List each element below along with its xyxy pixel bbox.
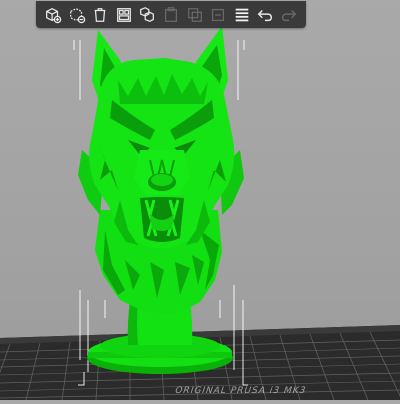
arrange-icon xyxy=(116,7,131,22)
undo-icon xyxy=(258,9,273,21)
paste-icon xyxy=(164,6,177,22)
instance-plus-icon xyxy=(187,7,202,22)
cube-plus-icon xyxy=(46,7,62,23)
copy-icon xyxy=(140,6,155,22)
undo-button[interactable] xyxy=(254,4,276,26)
top-toolbar xyxy=(36,1,306,28)
trash-icon xyxy=(94,7,106,22)
layers-button[interactable] xyxy=(231,4,253,26)
bed-label: ORIGINAL PRUSA i3 MK3 xyxy=(173,386,308,396)
scene-canvas[interactable] xyxy=(0,0,400,401)
wolf-bust-model[interactable] xyxy=(78,26,244,374)
cube-dotted-delete-icon xyxy=(69,7,85,23)
redo-icon xyxy=(281,9,297,21)
redo-button[interactable] xyxy=(278,4,300,26)
add-instance-button[interactable] xyxy=(184,4,206,26)
paste-button[interactable] xyxy=(160,4,182,26)
copy-button[interactable] xyxy=(136,4,158,26)
delete-all-button[interactable] xyxy=(89,4,111,26)
layers-icon xyxy=(235,8,249,21)
3d-viewport[interactable]: ORIGINAL PRUSA i3 MK3 xyxy=(0,0,400,401)
instance-minus-icon xyxy=(212,8,225,21)
delete-button[interactable] xyxy=(66,4,88,26)
add-object-button[interactable] xyxy=(42,4,64,26)
remove-instance-button[interactable] xyxy=(207,4,229,26)
arrange-button[interactable] xyxy=(113,4,135,26)
